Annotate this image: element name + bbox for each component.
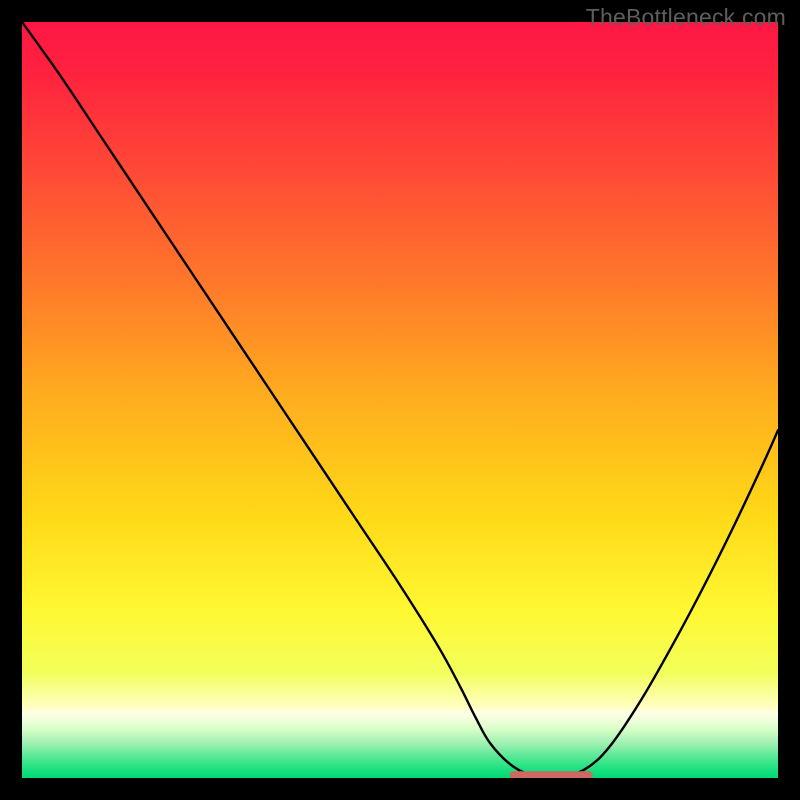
chart-frame: TheBottleneck.com [0, 0, 800, 800]
gradient-background [22, 22, 778, 778]
bottleneck-plot-svg [22, 22, 778, 778]
watermark-text: TheBottleneck.com [586, 4, 786, 31]
plot-area [22, 22, 778, 778]
